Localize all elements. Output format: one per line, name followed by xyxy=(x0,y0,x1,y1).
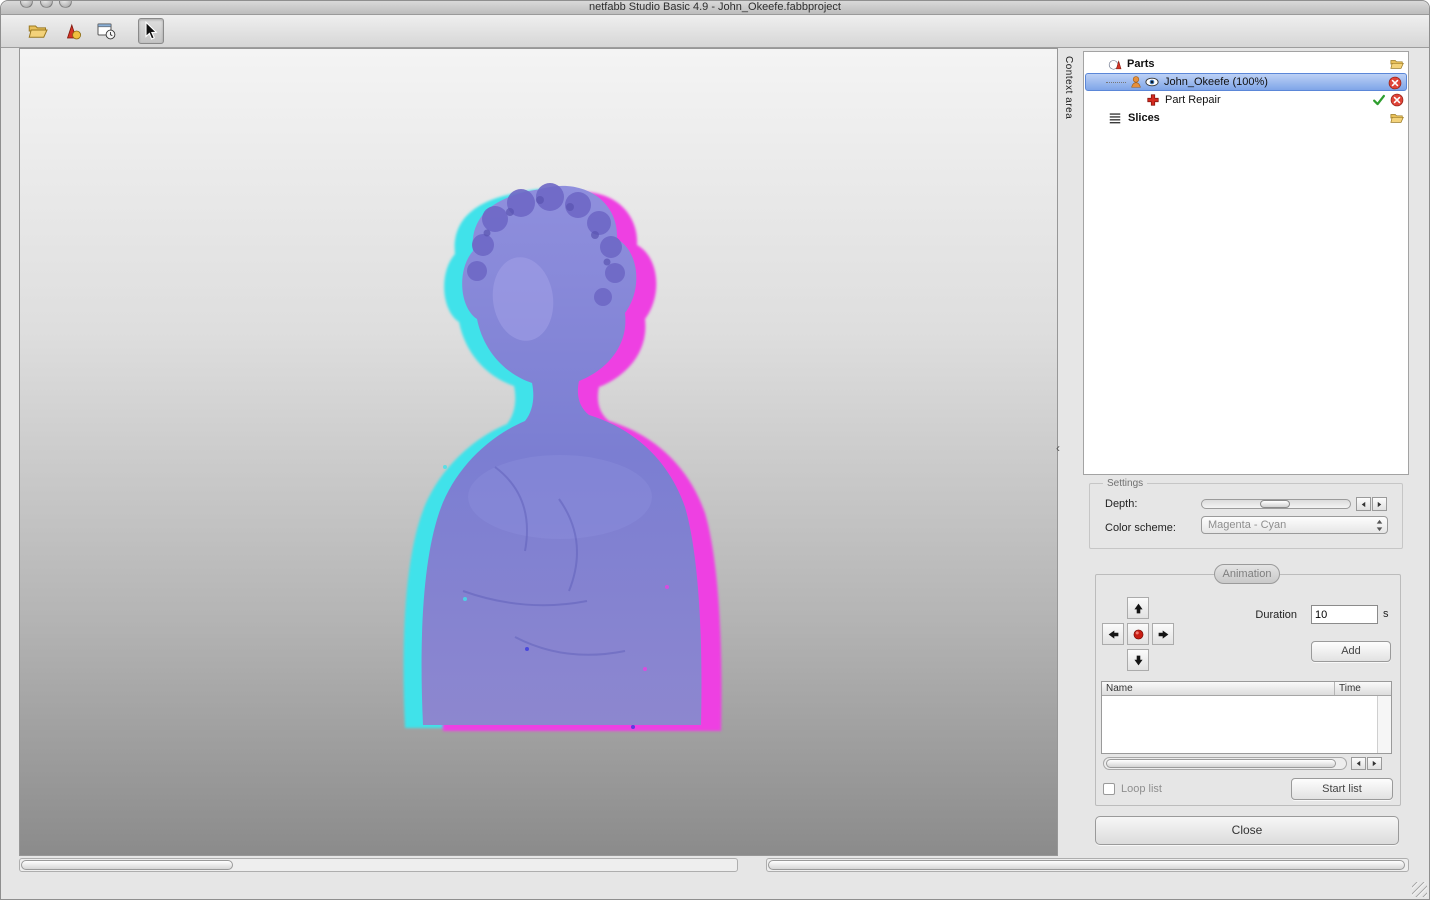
loop-list-label: Loop list xyxy=(1121,783,1162,795)
add-parts-icon xyxy=(62,21,82,41)
depth-label: Depth: xyxy=(1105,498,1138,510)
close-button[interactable]: Close xyxy=(1095,816,1399,845)
open-folder-icon xyxy=(28,21,48,41)
hscroll-right-button[interactable] xyxy=(1367,757,1382,770)
open-project-button[interactable] xyxy=(25,18,51,44)
open-folder-icon[interactable] xyxy=(1390,57,1404,71)
loop-list-checkbox[interactable] xyxy=(1103,783,1115,795)
app-window: netfabb Studio Basic 4.9 - John_Okeefe.f… xyxy=(0,0,1430,900)
depth-increase-button[interactable] xyxy=(1372,497,1387,511)
cursor-tool-icon xyxy=(141,21,161,41)
context-area-label: Context area xyxy=(1063,56,1074,120)
viewport-hscroll-thumb[interactable] xyxy=(21,860,233,870)
duration-label: Duration xyxy=(1255,609,1297,621)
parts-tree: Parts John_Okeefe (100%) Part Repair Sli… xyxy=(1083,51,1409,475)
start-list-button[interactable]: Start list xyxy=(1291,778,1393,800)
part-label: John_Okeefe (100%) xyxy=(1164,76,1268,88)
depth-slider[interactable] xyxy=(1201,499,1351,509)
remove-repair-icon[interactable] xyxy=(1390,93,1404,107)
panel-hscrollbar[interactable] xyxy=(766,858,1409,872)
triangle-right-icon xyxy=(1376,501,1383,508)
apply-check-icon[interactable] xyxy=(1372,93,1386,107)
rotate-left-button[interactable] xyxy=(1102,623,1124,645)
viewport-hscrollbar[interactable] xyxy=(19,858,738,872)
tree-row-slices[interactable]: Slices xyxy=(1084,109,1408,127)
project-window-button[interactable] xyxy=(93,18,119,44)
arrow-right-icon xyxy=(1157,628,1170,641)
duration-input[interactable] xyxy=(1311,605,1378,624)
select-tool-button[interactable] xyxy=(138,18,164,44)
animation-list-body[interactable] xyxy=(1102,696,1391,753)
window-title: netfabb Studio Basic 4.9 - John_Okeefe.f… xyxy=(589,1,841,13)
column-name: Name xyxy=(1102,682,1335,695)
column-time: Time xyxy=(1339,683,1361,694)
remove-part-icon[interactable] xyxy=(1388,76,1402,90)
project-window-icon xyxy=(96,21,116,41)
arrow-left-icon xyxy=(1107,628,1120,641)
animation-button[interactable]: Animation xyxy=(1214,564,1280,584)
open-folder-icon[interactable] xyxy=(1390,111,1404,125)
rotate-right-button[interactable] xyxy=(1152,623,1174,645)
anaglyph-model xyxy=(403,183,722,731)
settings-title: Settings xyxy=(1103,478,1148,489)
repair-cross-icon xyxy=(1146,93,1160,107)
part-repair-label: Part Repair xyxy=(1165,94,1221,106)
viewport-3d[interactable] xyxy=(19,48,1058,856)
hscroll-left-button[interactable] xyxy=(1351,757,1366,770)
animation-list-hscrollbar[interactable] xyxy=(1103,757,1347,770)
slices-label: Slices xyxy=(1128,112,1160,124)
toolbar xyxy=(1,15,1429,48)
titlebar: netfabb Studio Basic 4.9 - John_Okeefe.f… xyxy=(1,1,1429,15)
animation-list: Name Time xyxy=(1101,681,1392,754)
stepper-icon xyxy=(1375,519,1384,532)
triangle-left-icon xyxy=(1355,760,1362,767)
color-scheme-label: Color scheme: xyxy=(1105,522,1176,534)
animation-list-vscrollbar[interactable] xyxy=(1377,696,1391,753)
animation-list-header: Name Time xyxy=(1102,682,1391,696)
color-scheme-select[interactable]: Magenta - Cyan xyxy=(1201,516,1388,534)
parts-icon xyxy=(1108,57,1122,71)
slices-icon xyxy=(1108,111,1122,125)
tree-row-part-repair[interactable]: Part Repair xyxy=(1084,91,1408,109)
part-icon xyxy=(1129,75,1143,89)
record-icon xyxy=(1132,628,1145,641)
rotate-up-button[interactable] xyxy=(1127,597,1149,619)
panel-collapse-handle[interactable]: ‹ xyxy=(1056,441,1060,455)
add-button[interactable]: Add xyxy=(1311,641,1391,662)
tree-row-parts[interactable]: Parts xyxy=(1084,55,1408,73)
depth-slider-thumb[interactable] xyxy=(1260,500,1290,508)
duration-unit: s xyxy=(1383,608,1389,620)
triangle-left-icon xyxy=(1360,501,1367,508)
arrow-up-icon xyxy=(1132,602,1145,615)
rotate-down-button[interactable] xyxy=(1127,649,1149,671)
parts-label: Parts xyxy=(1127,58,1155,70)
tree-connector xyxy=(1106,81,1126,83)
triangle-right-icon xyxy=(1371,760,1378,767)
record-button[interactable] xyxy=(1127,623,1149,645)
visibility-eye-icon[interactable] xyxy=(1145,75,1159,89)
add-parts-button[interactable] xyxy=(59,18,85,44)
tree-row-part-selected[interactable]: John_Okeefe (100%) xyxy=(1085,73,1407,91)
window-resize-grip[interactable] xyxy=(1412,882,1427,897)
panel-hscroll-thumb[interactable] xyxy=(768,860,1405,870)
arrow-down-icon xyxy=(1132,654,1145,667)
depth-decrease-button[interactable] xyxy=(1356,497,1371,511)
color-scheme-value: Magenta - Cyan xyxy=(1208,519,1287,531)
animation-list-hscroll-thumb[interactable] xyxy=(1106,759,1336,768)
